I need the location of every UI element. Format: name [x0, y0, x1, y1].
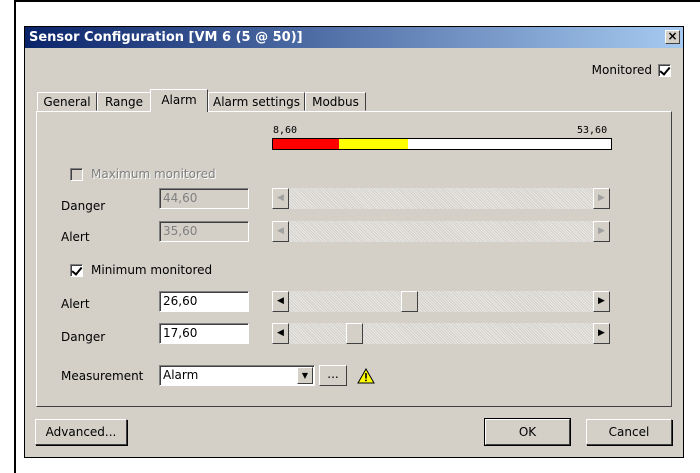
range-normal-segment [408, 139, 611, 149]
max-danger-slider-right-arrow[interactable]: ▶ [593, 188, 610, 209]
min-alert-slider-right-arrow[interactable]: ▶ [593, 291, 610, 312]
cancel-button-label: Cancel [608, 425, 650, 439]
max-alert-slider[interactable]: ◀ ▶ [272, 221, 610, 242]
range-alert-segment [339, 139, 408, 149]
minimum-monitored-label: Minimum monitored [91, 263, 213, 277]
chevron-down-icon[interactable]: ▼ [297, 367, 313, 384]
max-alert-label: Alert [61, 230, 90, 244]
min-danger-slider-left-arrow[interactable]: ◀ [272, 323, 289, 344]
tab-modbus[interactable]: Modbus [305, 92, 366, 111]
measurement-select-value: Alarm [163, 368, 199, 382]
max-alert-slider-right-arrow[interactable]: ▶ [593, 221, 610, 242]
min-alert-slider[interactable]: ◀ ▶ [272, 291, 610, 312]
min-alert-label: Alert [61, 297, 90, 311]
max-alert-field[interactable]: 35,60 [159, 221, 249, 242]
min-alert-slider-thumb[interactable] [401, 291, 418, 312]
tab-alarm-label: Alarm [161, 93, 197, 107]
ok-button[interactable]: OK [484, 418, 571, 446]
min-alert-slider-left-arrow[interactable]: ◀ [272, 291, 289, 312]
measurement-browse-button[interactable]: ... [319, 365, 347, 386]
min-danger-label: Danger [61, 330, 106, 344]
max-danger-label: Danger [61, 199, 106, 213]
tab-alarm-settings-label: Alarm settings [213, 95, 300, 109]
min-danger-field[interactable]: 17,60 [159, 323, 249, 344]
minimum-monitored-checkbox[interactable] [70, 264, 83, 277]
min-danger-slider-right-arrow[interactable]: ▶ [593, 323, 610, 344]
range-max-label: 53,60 [577, 125, 608, 136]
max-danger-slider-left-arrow[interactable]: ◀ [272, 188, 289, 209]
advanced-button-label: Advanced... [45, 425, 117, 439]
min-danger-slider[interactable]: ◀ ▶ [272, 323, 610, 344]
min-alert-field[interactable]: 26,60 [159, 291, 249, 312]
dialog-title: Sensor Configuration [VM 6 (5 @ 50)] [29, 30, 303, 45]
measurement-select[interactable]: Alarm ▼ [159, 365, 315, 386]
dialog-titlebar[interactable]: Sensor Configuration [VM 6 (5 @ 50)] × [25, 27, 683, 48]
max-danger-field[interactable]: 44,60 [159, 188, 249, 209]
range-danger-segment [273, 139, 339, 149]
page-frame-left [14, 0, 16, 473]
tab-range[interactable]: Range [97, 92, 151, 111]
alarm-range-bar [272, 138, 612, 150]
ok-button-label: OK [518, 425, 537, 439]
monitored-label: Monitored [591, 63, 652, 77]
page-frame-top [14, 0, 700, 2]
maximum-monitored-checkbox[interactable] [70, 168, 83, 181]
monitored-row: Monitored [592, 63, 671, 77]
range-min-label: 8,60 [273, 125, 298, 136]
cancel-button[interactable]: Cancel [586, 419, 672, 445]
advanced-button[interactable]: Advanced... [35, 419, 127, 445]
measurement-label: Measurement [61, 369, 144, 383]
max-alert-slider-left-arrow[interactable]: ◀ [272, 221, 289, 242]
warning-icon [357, 368, 375, 384]
close-icon: × [667, 29, 678, 43]
tab-general-label: General [43, 95, 91, 109]
maximum-monitored-label: Maximum monitored [91, 167, 216, 181]
sensor-configuration-dialog: Sensor Configuration [VM 6 (5 @ 50)] × M… [24, 26, 684, 458]
alarm-tab-panel [36, 111, 672, 407]
max-danger-slider[interactable]: ◀ ▶ [272, 188, 610, 209]
min-danger-slider-thumb[interactable] [346, 323, 363, 344]
monitored-checkbox[interactable] [658, 63, 671, 77]
tab-range-label: Range [104, 95, 144, 109]
close-button[interactable]: × [665, 30, 680, 44]
tab-general[interactable]: General [37, 92, 97, 111]
tab-alarm-settings[interactable]: Alarm settings [208, 92, 305, 111]
tab-alarm[interactable]: Alarm [150, 89, 208, 112]
measurement-browse-label: ... [327, 367, 339, 381]
tab-modbus-label: Modbus [312, 95, 359, 109]
